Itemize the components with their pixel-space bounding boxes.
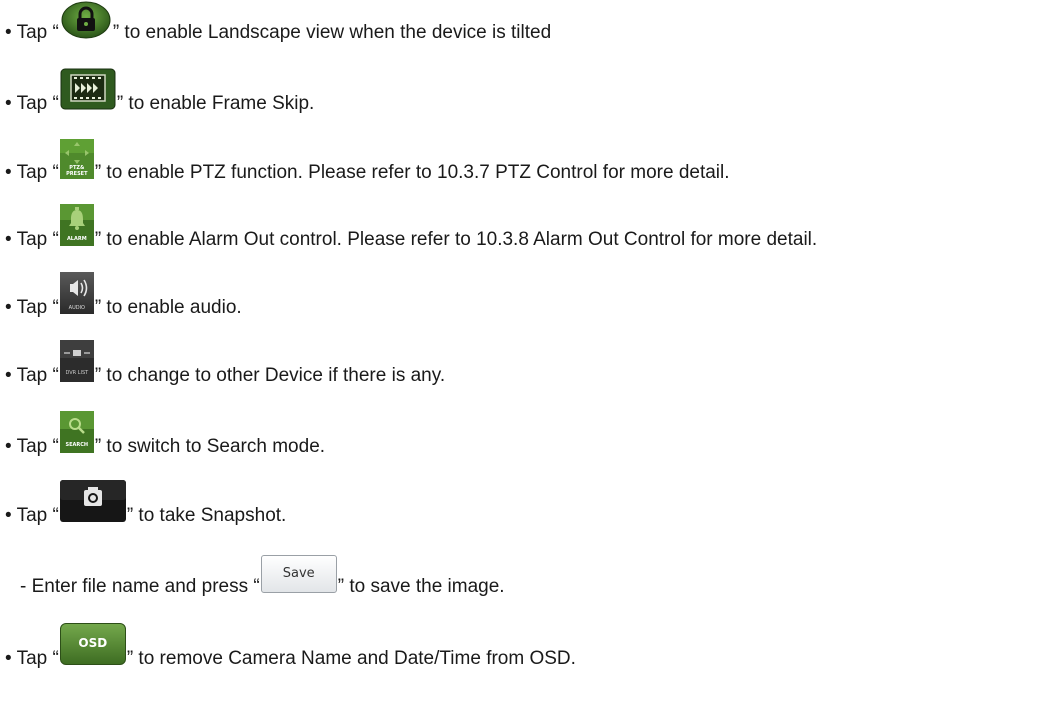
item-suffix: ” to enable Landscape view when the devi… (112, 22, 552, 43)
dvr-list-icon: DVR LIST (59, 340, 94, 388)
item-suffix: ” to enable audio. (94, 297, 242, 318)
camera-snapshot-icon (59, 480, 126, 528)
item-prefix: • Tap “ (5, 505, 59, 526)
list-item-ptz: • Tap “ PTZ& PRESET ” to enable PTZ func… (5, 139, 730, 185)
save-button: Save (260, 555, 337, 599)
search-icon: SEARCH (59, 411, 94, 459)
item-prefix: • Tap “ (5, 162, 59, 183)
item-prefix: • Tap “ (5, 93, 59, 114)
list-item-landscape: • Tap “ ” to enable Landscape view when … (5, 1, 551, 45)
list-item-frame-skip: • Tap “ ” to enable Frame Skip. (5, 68, 315, 116)
item-prefix: • Tap “ (5, 22, 59, 43)
item-suffix: ” to remove Camera Name and Date/Time fr… (126, 648, 576, 669)
list-item-snapshot: • Tap “ ” to take Snapshot. (5, 480, 287, 528)
item-suffix: ” to switch to Search mode. (94, 436, 326, 457)
item-suffix: ” to take Snapshot. (126, 505, 287, 526)
alarm-bell-icon: ALARM (59, 204, 94, 252)
item-suffix: ” to enable Frame Skip. (116, 93, 315, 114)
lock-icon (60, 1, 112, 45)
ptz-preset-icon: PTZ& PRESET (59, 139, 94, 185)
icon-caption: ALARM (66, 236, 87, 242)
item-prefix: • Tap “ (5, 436, 59, 457)
item-suffix: ” to change to other Device if there is … (94, 365, 446, 386)
icon-caption: SEARCH (65, 442, 89, 448)
icon-caption: AUDIO (68, 305, 85, 311)
item-suffix: ” to enable PTZ function. Please refer t… (94, 162, 730, 183)
audio-speaker-icon: AUDIO (59, 272, 94, 320)
item-prefix: • Tap “ (5, 229, 59, 250)
list-item-dvr-list: • Tap “ DVR LIST ” to change to other De… (5, 340, 446, 388)
save-button-label: Save (282, 566, 315, 581)
item-suffix: ” to enable Alarm Out control. Please re… (94, 229, 818, 250)
list-item-search: • Tap “ SEARCH ” to switch to Search mod… (5, 411, 326, 459)
item-prefix: - Enter file name and press “ (20, 576, 260, 597)
list-item-alarm: • Tap “ ALARM ” to enable Alarm Out cont… (5, 204, 818, 252)
item-prefix: • Tap “ (5, 648, 59, 669)
icon-caption: DVR LIST (65, 370, 89, 376)
icon-caption: PTZ& PRESET (66, 165, 88, 177)
list-item-audio: • Tap “ AUDIO ” to enable audio. (5, 272, 242, 320)
item-suffix: ” to save the image. (337, 576, 505, 597)
item-prefix: • Tap “ (5, 297, 59, 318)
frame-skip-icon (60, 68, 116, 116)
list-item-save: - Enter file name and press “ Save ” to … (20, 555, 505, 599)
list-item-osd: • Tap “ OSD ” to remove Camera Name and … (5, 623, 576, 671)
item-prefix: • Tap “ (5, 365, 59, 386)
osd-button-label: OSD (78, 636, 108, 650)
osd-button: OSD (59, 623, 126, 671)
